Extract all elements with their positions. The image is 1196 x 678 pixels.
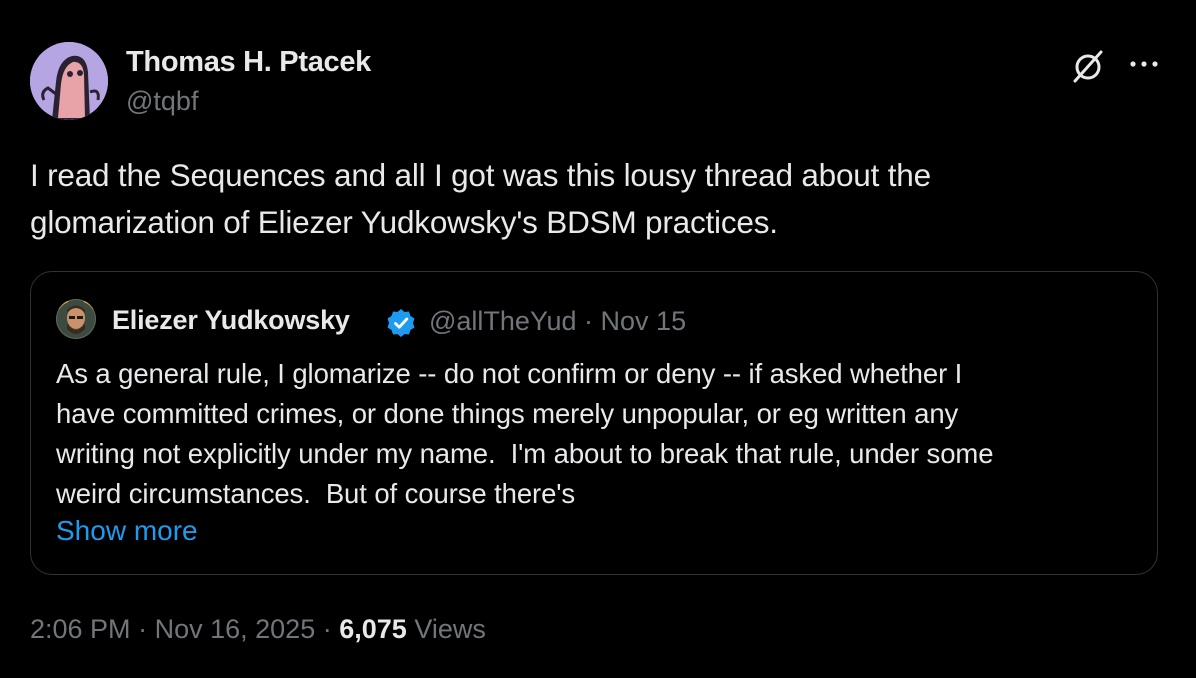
meta-separator: · — [584, 306, 594, 336]
quoted-text-line: have committed crimes, or done things me… — [56, 398, 959, 429]
tweet-card: Thomas H. Ptacek @tqbf I read the Sequen… — [0, 0, 1196, 678]
verified-badge-icon — [385, 307, 417, 339]
quoted-author-avatar — [56, 299, 96, 339]
tweet-time[interactable]: 2:06 PM — [30, 614, 131, 644]
quoted-text-line: writing not explicitly under my name. I'… — [56, 438, 994, 469]
quoted-text-line: weird circumstances. But of course there… — [56, 478, 576, 509]
footer-separator: · — [322, 614, 332, 644]
quoted-tweet[interactable]: Eliezer Yudkowsky @allTheYud · Nov 15 As… — [30, 271, 1158, 575]
tweet-text-line: glomarization of Eliezer Yudkowsky's BDS… — [30, 204, 778, 240]
views-label: Views — [414, 614, 486, 644]
quoted-author-name: Eliezer Yudkowsky — [112, 305, 350, 335]
tweet-date[interactable]: Nov 16, 2025 — [155, 614, 316, 644]
quoted-tweet-text: As a general rule, I glomarize -- do not… — [56, 354, 1136, 514]
tweet-footer: 2:06 PM · Nov 16, 2025 · 6,075 Views — [30, 614, 486, 645]
show-more-link[interactable]: Show more — [56, 515, 198, 547]
quoted-author-handle: @allTheYud — [429, 306, 577, 336]
grok-icon[interactable] — [1068, 46, 1108, 86]
views-count: 6,075 — [339, 614, 407, 644]
author-avatar[interactable] — [30, 42, 108, 120]
footer-separator: · — [138, 614, 148, 644]
quoted-tweet-meta: @allTheYud · Nov 15 — [429, 306, 686, 337]
more-options-icon[interactable] — [1124, 46, 1164, 86]
author-handle[interactable]: @tqbf — [126, 86, 198, 117]
quoted-text-line: As a general rule, I glomarize -- do not… — [56, 358, 963, 389]
quoted-tweet-date: Nov 15 — [600, 306, 687, 336]
tweet-text-line: I read the Sequences and all I got was t… — [30, 157, 931, 193]
tweet-text: I read the Sequences and all I got was t… — [30, 152, 1160, 246]
author-name[interactable]: Thomas H. Ptacek — [126, 46, 371, 79]
